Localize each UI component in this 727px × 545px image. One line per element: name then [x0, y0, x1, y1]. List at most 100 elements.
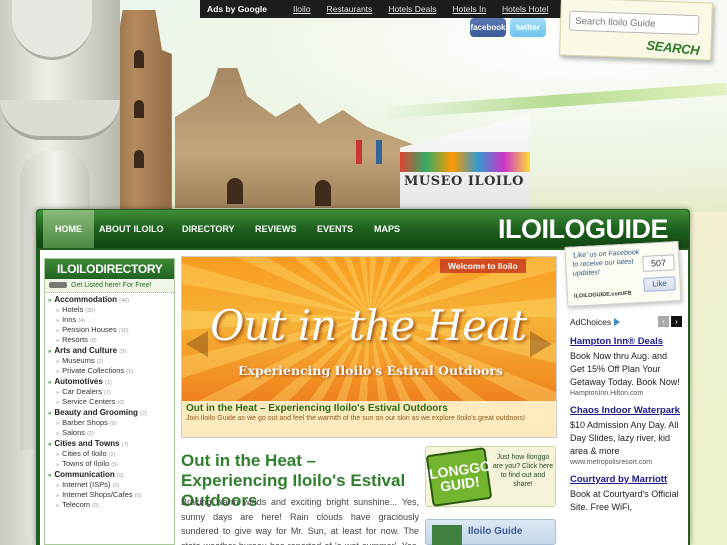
- welcome-badge: Welcome to Iloilo: [440, 259, 526, 273]
- top-link-iloilo[interactable]: Iloilo: [293, 4, 310, 14]
- directory-list: » Accommodation (46)» Hotels (30)» Inns (4)…: [45, 293, 174, 509]
- like-button[interactable]: Like: [643, 276, 676, 292]
- top-link-hotels-in[interactable]: Hotels In: [453, 4, 487, 14]
- search-button[interactable]: SEARCH: [646, 38, 700, 58]
- facebook-button[interactable]: facebook: [470, 18, 506, 37]
- bullet-icon: »: [56, 328, 60, 334]
- subcategory-count: (2): [96, 359, 104, 365]
- directory-category[interactable]: » Automotives (1): [45, 375, 174, 386]
- subcategory-count: (10): [118, 328, 129, 334]
- ad-url[interactable]: HamptonInn.Hilton.com: [570, 390, 682, 397]
- ad-unit[interactable]: Courtyard by Marriott Book at Courtyard's…: [570, 474, 682, 514]
- bullet-icon: »: [56, 338, 60, 344]
- bullet-icon: »: [56, 462, 60, 468]
- slider-next-icon[interactable]: [530, 331, 552, 357]
- search-input[interactable]: [568, 10, 700, 36]
- directory-category[interactable]: » Accommodation (46): [45, 293, 174, 304]
- top-link-restaurants[interactable]: Restaurants: [326, 4, 372, 14]
- tower-window: [134, 100, 144, 118]
- directory-subcategory[interactable]: » Cities of Iloilo (2): [45, 448, 174, 458]
- ad-unit[interactable]: Chaos Indoor Waterpark $10 Admission Any …: [570, 405, 682, 466]
- directory-subcategory[interactable]: » Internet Shops/Cafes (0): [45, 489, 174, 499]
- ad-next-icon[interactable]: ›: [671, 316, 682, 327]
- article-body: Bracing warm winds and exciting bright s…: [181, 497, 419, 545]
- bullet-icon: »: [56, 493, 60, 499]
- facebook-guide-box: Iloilo Guide: [425, 519, 556, 545]
- nav-events[interactable]: EVENTS: [317, 210, 353, 248]
- directory-category[interactable]: » Cities and Towns (7): [45, 437, 174, 448]
- search-card: SEARCH: [559, 0, 713, 61]
- category-count: (0): [117, 473, 124, 479]
- ad-title[interactable]: Chaos Indoor Waterpark: [570, 405, 682, 417]
- ad-title[interactable]: Courtyard by Marriott: [570, 474, 682, 486]
- category-count: (3): [119, 349, 126, 355]
- ilonggo-guide-banner[interactable]: ILONGGO GUID! Just how Ilonggo are you? …: [424, 446, 556, 507]
- subcategory-name: Pension Houses: [62, 325, 117, 334]
- directory-subcategory[interactable]: » Towns of Iloilo (5): [45, 458, 174, 468]
- directory-subcategory[interactable]: » Car Dealers (1): [45, 386, 174, 396]
- caption-title[interactable]: Out in the Heat – Experiencing Iloilo's …: [182, 401, 556, 414]
- slider-prev-icon[interactable]: [186, 331, 208, 357]
- guide-avatar: [432, 525, 462, 545]
- directory-subcategory[interactable]: » Museums (2): [45, 355, 174, 365]
- category-name: Arts and Culture: [54, 346, 118, 355]
- bullet-icon: »: [56, 452, 60, 458]
- nav-directory[interactable]: DIRECTORY: [182, 210, 235, 248]
- directory-subcategory[interactable]: » Hotels (30): [45, 304, 174, 314]
- bullet-icon: »: [48, 298, 52, 304]
- featured-slider[interactable]: Welcome to Iloilo Out in the Heat Experi…: [181, 256, 557, 438]
- directory-subcategory[interactable]: » Barber Shops (0): [45, 417, 174, 427]
- directory-subcategory[interactable]: » Private Collections (1): [45, 365, 174, 375]
- category-count: (2): [140, 411, 147, 417]
- nav-reviews[interactable]: REVIEWS: [255, 210, 297, 248]
- directory-subcategory[interactable]: » Service Centers (0): [45, 396, 174, 406]
- top-link-hotels-deals[interactable]: Hotels Deals: [388, 4, 436, 14]
- ad-title[interactable]: Hampton Inn® Deals: [570, 336, 682, 348]
- nav-home[interactable]: HOME: [43, 210, 94, 248]
- subcategory-count: (5): [111, 462, 118, 468]
- nav-maps[interactable]: MAPS: [374, 210, 400, 248]
- slider-caption[interactable]: Out in the Heat – Experiencing Iloilo's …: [182, 401, 556, 437]
- bullet-icon: »: [56, 483, 60, 489]
- bullet-icon: »: [48, 411, 52, 417]
- subcategory-count: (0): [134, 493, 142, 499]
- church-door: [315, 180, 331, 206]
- nav-about-iloilo[interactable]: ABOUT ILOILO: [99, 210, 164, 248]
- bullet-icon: »: [48, 349, 52, 355]
- subcategory-count: (8): [90, 338, 97, 344]
- ads-by-google-label[interactable]: Ads by Google: [207, 4, 267, 14]
- bullet-icon: »: [48, 442, 52, 448]
- ad-nav: ‹ ›: [658, 316, 682, 327]
- ad-url[interactable]: www.metropolisresort.com: [570, 459, 682, 466]
- category-count: (7): [121, 442, 129, 448]
- twitter-button[interactable]: twitter: [510, 18, 546, 37]
- directory-subcategory[interactable]: » Salons (2): [45, 427, 174, 437]
- ad-unit[interactable]: Hampton Inn® Deals Book Now thru Aug. and…: [570, 336, 682, 397]
- get-listed-link[interactable]: Get Listed here! For Free!: [45, 279, 174, 293]
- subcategory-name: Internet (ISPs): [62, 480, 111, 489]
- directory-category[interactable]: » Arts and Culture (3): [45, 344, 174, 355]
- site-logo[interactable]: ILOILOGUIDE: [498, 214, 669, 245]
- like-prompt: 'Like' us on Facebook to receive our lat…: [571, 249, 640, 278]
- directory-subcategory[interactable]: » Resorts (8): [45, 334, 174, 344]
- category-name: Accommodation: [54, 295, 118, 304]
- directory-subcategory[interactable]: » Internet (ISPs) (0): [45, 479, 174, 489]
- adchoices-label: AdChoices: [570, 317, 612, 327]
- ilonggo-text: Just how Ilonggo are you? Click here to …: [492, 454, 554, 488]
- directory-subcategory[interactable]: » Inns (4): [45, 314, 174, 324]
- top-link-hotels-hotel[interactable]: Hotels Hotel: [502, 4, 548, 14]
- guide-name[interactable]: Iloilo Guide: [468, 526, 522, 537]
- directory-category[interactable]: » Beauty and Grooming (2): [45, 406, 174, 417]
- directory-category[interactable]: » Communication (0): [45, 468, 174, 479]
- ad-prev-icon[interactable]: ‹: [658, 316, 669, 327]
- bullet-icon: »: [56, 390, 60, 396]
- directory-subcategory[interactable]: » Pension Houses (10): [45, 324, 174, 334]
- directory-subcategory[interactable]: » Telecom (0): [45, 499, 174, 509]
- subcategory-name: Salons: [62, 428, 85, 437]
- facebook-like-box: 'Like' us on Facebook to receive our lat…: [564, 241, 682, 307]
- subcategory-name: Service Centers: [62, 397, 116, 406]
- subcategory-name: Towns of Iloilo: [62, 459, 110, 468]
- caption-text: Join Iloilo Guide as we go out and feel …: [186, 415, 526, 422]
- subcategory-name: Museums: [62, 356, 95, 365]
- subcategory-count: (30): [85, 308, 96, 314]
